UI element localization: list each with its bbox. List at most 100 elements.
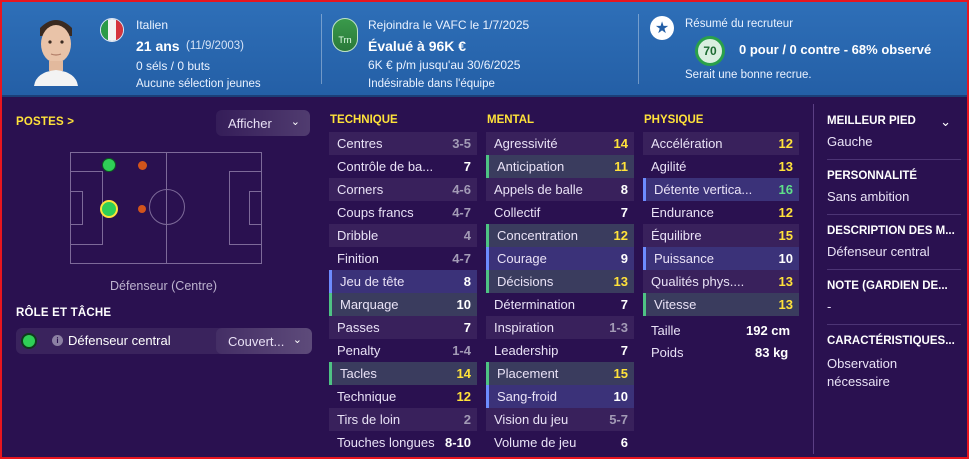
- attribute-row[interactable]: Penalty 1-4: [329, 339, 477, 362]
- height-label: Taille: [651, 323, 681, 338]
- attribute-row[interactable]: Vision du jeu 5-7: [486, 408, 634, 431]
- attribute-row[interactable]: Contrôle de ba... 7: [329, 155, 477, 178]
- attribute-value: 11: [614, 159, 628, 174]
- attribute-value: 13: [778, 274, 793, 289]
- attribute-value: 10: [456, 297, 471, 312]
- info-icon[interactable]: i: [52, 335, 63, 346]
- attribute-value: 13: [778, 159, 793, 174]
- attribute-row[interactable]: Volume de jeu 6: [486, 431, 634, 454]
- player-header: Italien 21 ans (11/9/2003) 0 séls / 0 bu…: [2, 2, 967, 97]
- attribute-value: 7: [463, 159, 471, 174]
- attribute-name: Accélération: [651, 136, 723, 151]
- attribute-value: 4-6: [452, 182, 471, 197]
- attribute-row[interactable]: Détermination 7: [486, 293, 634, 316]
- attribute-value: 3-5: [452, 136, 471, 151]
- role-duty-title: RÔLE ET TÂCHE: [16, 307, 112, 319]
- attribute-name: Détermination: [494, 297, 575, 312]
- attribute-name: Jeu de tête: [340, 274, 405, 289]
- attribute-row[interactable]: Technique 12: [329, 385, 477, 408]
- attribute-name: Détente vertica...: [654, 182, 753, 197]
- role-selector[interactable]: i Défenseur central Couvert... ⌄: [16, 328, 312, 354]
- attribute-row[interactable]: Anticipation 11: [486, 155, 634, 178]
- attribute-name: Leadership: [494, 343, 559, 358]
- attribute-name: Appels de balle: [494, 182, 583, 197]
- attribute-name: Inspiration: [494, 320, 554, 335]
- traits-title: CARACTÉRISTIQUES...: [827, 335, 955, 347]
- attribute-name: Agilité: [651, 159, 687, 174]
- attribute-row[interactable]: Équilibre 15: [643, 224, 799, 247]
- attribute-row[interactable]: Jeu de tête 8: [329, 270, 477, 293]
- attribute-value: 7: [620, 205, 628, 220]
- goalkeeper-note-value: -: [827, 299, 832, 314]
- attribute-name: Endurance: [651, 205, 714, 220]
- attribute-row[interactable]: Agilité 13: [643, 155, 799, 178]
- attribute-name: Finition: [337, 251, 379, 266]
- attribute-row[interactable]: Placement 15: [486, 362, 634, 385]
- chevron-down-icon[interactable]: ⌄: [940, 114, 951, 130]
- attribute-value: 6: [620, 435, 628, 450]
- header-divider: [321, 14, 322, 84]
- attribute-value: 7: [620, 297, 628, 312]
- attribute-row[interactable]: Tacles 14: [329, 362, 477, 385]
- attribute-name: Sang-froid: [497, 389, 557, 404]
- positions-title[interactable]: POSTES >: [16, 116, 74, 128]
- attribute-row[interactable]: Coups francs 4-7: [329, 201, 477, 224]
- attribute-row[interactable]: Dribble 4: [329, 224, 477, 247]
- attribute-row[interactable]: Endurance 12: [643, 201, 799, 224]
- attribute-value: 13: [778, 297, 793, 312]
- attribute-value: 8-10: [444, 435, 471, 450]
- attribute-row[interactable]: Puissance 10: [643, 247, 799, 270]
- player-dob: (11/9/2003): [186, 40, 244, 52]
- player-face-image: [34, 20, 78, 86]
- technique-title: TECHNIQUE: [330, 114, 398, 126]
- attribute-value: 14: [613, 136, 628, 151]
- attribute-row[interactable]: Vitesse 13: [643, 293, 799, 316]
- attribute-row[interactable]: Décisions 13: [486, 270, 634, 293]
- show-dropdown[interactable]: Afficher ⌄: [216, 110, 310, 136]
- position-dot-weak: [138, 205, 146, 213]
- international-caps: 0 séls / 0 buts: [136, 59, 211, 73]
- player-age: 21 ans: [136, 38, 180, 54]
- attribute-row[interactable]: Finition 4-7: [329, 247, 477, 270]
- youth-caps: Aucune sélection jeunes: [136, 78, 261, 90]
- attribute-row[interactable]: Marquage 10: [329, 293, 477, 316]
- attribute-name: Corners: [337, 182, 384, 197]
- club-badge-icon[interactable]: Trn: [332, 18, 358, 52]
- scout-rating-badge: 70: [695, 36, 725, 66]
- personality-title: PERSONNALITÉ: [827, 170, 918, 182]
- attribute-name: Technique: [337, 389, 397, 404]
- chevron-down-icon: ⌄: [290, 116, 300, 128]
- weight-value: 83 kg: [755, 345, 789, 360]
- attribute-row[interactable]: Inspiration 1-3: [486, 316, 634, 339]
- attribute-row[interactable]: Courage 9: [486, 247, 634, 270]
- attribute-row[interactable]: Passes 7: [329, 316, 477, 339]
- attribute-row[interactable]: Détente vertica... 16: [643, 178, 799, 201]
- best-foot-value: Gauche: [827, 134, 873, 149]
- show-dropdown-label: Afficher: [228, 115, 272, 131]
- scout-report-title[interactable]: Résumé du recruteur: [685, 18, 793, 30]
- attribute-name: Concentration: [497, 228, 578, 243]
- role-status-icon: [21, 333, 37, 349]
- attribute-row[interactable]: Collectif 7: [486, 201, 634, 224]
- attribute-name: Qualités phys....: [651, 274, 745, 289]
- player-info-panel: MEILLEUR PIED ⌄ Gauche PERSONNALITÉ Sans…: [813, 104, 967, 454]
- attribute-row[interactable]: Leadership 7: [486, 339, 634, 362]
- attribute-row[interactable]: Concentration 12: [486, 224, 634, 247]
- attribute-row[interactable]: Accélération 12: [643, 132, 799, 155]
- duty-dropdown[interactable]: Couvert... ⌄: [216, 328, 312, 354]
- attribute-row[interactable]: Centres 3-5: [329, 132, 477, 155]
- attribute-value: 8: [463, 274, 471, 289]
- attribute-row[interactable]: Corners 4-6: [329, 178, 477, 201]
- attribute-row[interactable]: Agressivité 14: [486, 132, 634, 155]
- star-icon: ★: [650, 16, 674, 40]
- attribute-row[interactable]: Sang-froid 10: [486, 385, 634, 408]
- attribute-row[interactable]: Qualités phys.... 13: [643, 270, 799, 293]
- attribute-row[interactable]: Tirs de loin 2: [329, 408, 477, 431]
- attribute-row[interactable]: Touches longues 8-10: [329, 431, 477, 454]
- attribute-value: 2: [463, 412, 471, 427]
- transfer-join-info: Rejoindra le VAFC le 1/7/2025: [368, 18, 530, 32]
- attribute-name: Vision du jeu: [494, 412, 569, 427]
- divider: [827, 214, 961, 215]
- attribute-row[interactable]: Appels de balle 8: [486, 178, 634, 201]
- attribute-name: Passes: [337, 320, 380, 335]
